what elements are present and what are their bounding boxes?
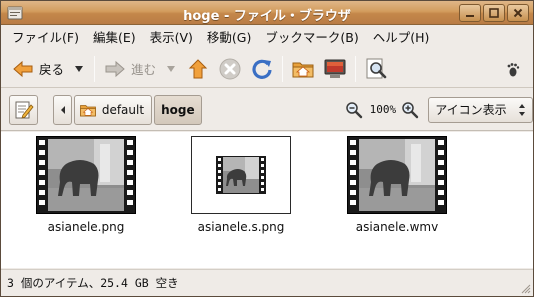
computer-button[interactable] <box>319 54 351 84</box>
maximize-icon <box>489 8 499 18</box>
file-name[interactable]: asianele.s.png <box>198 220 285 234</box>
menu-view[interactable]: 表示(V) <box>143 27 200 48</box>
dropdown-arrow-icon <box>167 65 176 72</box>
edit-location-icon <box>15 101 34 119</box>
forward-arrow-icon <box>105 60 125 77</box>
menu-bar: ファイル(F) 編集(E) 表示(V) 移動(G) ブックマーク(B) ヘルプ(… <box>1 26 533 49</box>
minimize-button[interactable] <box>459 4 481 22</box>
maximize-button[interactable] <box>483 4 505 22</box>
stop-button[interactable] <box>214 54 246 84</box>
file-name[interactable]: asianele.wmv <box>356 220 438 234</box>
up-arrow-icon <box>188 58 208 78</box>
menu-file[interactable]: ファイル(F) <box>5 27 86 48</box>
computer-icon <box>324 59 346 78</box>
forward-button[interactable]: 進む <box>99 54 160 84</box>
reload-icon <box>252 59 272 79</box>
toolbar: 戻る 進む <box>1 50 533 88</box>
home-folder-icon <box>292 62 314 77</box>
toolbar-separator <box>94 55 96 82</box>
zoom-out-button[interactable] <box>344 99 364 121</box>
dropdown-arrow-icon <box>75 65 84 72</box>
chevron-left-icon <box>60 105 65 114</box>
close-button[interactable] <box>507 4 529 22</box>
gnome-foot-icon <box>507 63 520 77</box>
image-thumbnail-icon <box>36 136 136 214</box>
breadcrumb-default[interactable]: default <box>73 94 153 125</box>
search-icon <box>366 58 387 78</box>
forward-label: 進む <box>131 62 157 77</box>
forward-history-button[interactable] <box>160 54 182 84</box>
menu-bookmarks[interactable]: ブックマーク(B) <box>258 27 365 48</box>
file-icon-view[interactable]: asianele.png asianele.s.png asianele.wmv <box>1 132 533 268</box>
up-button[interactable] <box>182 54 214 84</box>
window-title: hoge - ファイル・ブラウザ <box>183 9 351 24</box>
minimize-icon <box>466 15 474 17</box>
breadcrumb-label: hoge <box>161 102 195 117</box>
zoom-in-button[interactable] <box>400 99 420 121</box>
home-button[interactable] <box>287 54 319 84</box>
view-mode-select[interactable]: アイコン表示 <box>428 96 533 123</box>
menu-help[interactable]: ヘルプ(H) <box>366 27 437 48</box>
search-button[interactable] <box>360 54 392 84</box>
reload-button[interactable] <box>246 54 278 84</box>
zoom-out-icon <box>345 101 362 118</box>
back-label: 戻る <box>39 62 65 77</box>
breadcrumb-label: default <box>101 102 145 117</box>
file-item[interactable]: asianele.png <box>21 136 151 234</box>
status-text: 3 個のアイテム、25.4 GB 空き <box>7 276 179 290</box>
back-button[interactable]: 戻る <box>7 54 68 84</box>
image-thumbnail-icon <box>191 136 291 214</box>
file-browser-window: hoge - ファイル・ブラウザ ファイル(F) 編集(E) 表示(V) 移動(… <box>0 0 534 297</box>
file-item[interactable]: asianele.wmv <box>332 136 462 234</box>
video-thumbnail-icon <box>347 136 447 214</box>
zoom-level[interactable]: 100% <box>370 103 397 116</box>
home-folder-icon <box>79 104 96 116</box>
file-item[interactable]: asianele.s.png <box>176 136 306 234</box>
back-arrow-icon <box>13 60 33 77</box>
view-mode-value: アイコン表示 <box>435 103 507 117</box>
back-history-button[interactable] <box>68 54 90 84</box>
path-scroll-left-button[interactable] <box>53 94 72 125</box>
resize-grip-icon[interactable] <box>519 282 531 294</box>
breadcrumb-hoge[interactable]: hoge <box>154 94 202 125</box>
stop-icon <box>219 58 241 79</box>
file-name[interactable]: asianele.png <box>48 220 125 234</box>
close-icon <box>513 8 523 18</box>
menu-go[interactable]: 移動(G) <box>200 27 258 48</box>
zoom-in-icon <box>402 101 419 118</box>
spinner-arrows-icon <box>519 103 525 116</box>
toolbar-separator <box>282 55 284 82</box>
menu-edit[interactable]: 編集(E) <box>86 27 143 48</box>
title-bar[interactable]: hoge - ファイル・ブラウザ <box>1 1 533 25</box>
location-bar: default hoge 100% アイコン表示 <box>1 89 533 131</box>
toolbar-separator <box>355 55 357 82</box>
toggle-location-entry-button[interactable] <box>9 94 39 125</box>
status-bar: 3 個のアイテム、25.4 GB 空き <box>1 269 533 296</box>
